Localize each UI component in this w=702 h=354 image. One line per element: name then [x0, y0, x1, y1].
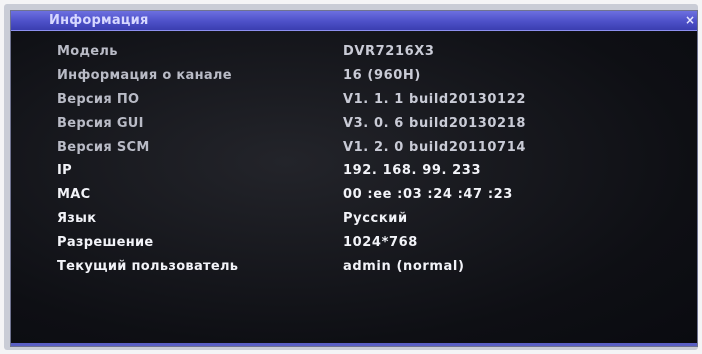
info-label: Версия SCM [57, 140, 150, 155]
info-row-firmware: Версия ПО V1. 1. 1 build20130122 [11, 92, 697, 114]
dialog-titlebar: Информация × [11, 11, 697, 31]
info-label: Модель [57, 44, 118, 59]
info-label: Разрешение [57, 235, 154, 250]
info-value: 16 (960H) [343, 68, 421, 83]
dialog-bottom-border [11, 343, 697, 346]
info-label: Язык [57, 211, 97, 226]
info-row-model: Модель DVR7216X3 [11, 44, 697, 66]
info-value: 00 :ee :03 :24 :47 :23 [343, 187, 513, 202]
info-row-scm-version: Версия SCM V1. 2. 0 build20110714 [11, 140, 697, 162]
info-value: 1024*768 [343, 235, 418, 250]
monitor-screen: Информация × Модель DVR7216X3 Информация… [4, 4, 698, 350]
info-value: V1. 2. 0 build20110714 [343, 140, 526, 155]
information-dialog: Информация × Модель DVR7216X3 Информация… [10, 10, 698, 347]
info-label: Версия ПО [57, 92, 140, 107]
info-value: admin (normal) [343, 259, 465, 274]
dialog-title: Информация [49, 13, 149, 28]
info-label: Текущий пользователь [57, 259, 239, 274]
info-value: 192. 168. 99. 233 [343, 163, 482, 178]
info-row-mac: MAC 00 :ee :03 :24 :47 :23 [11, 187, 697, 209]
info-row-channel: Информация о канале 16 (960H) [11, 68, 697, 90]
info-label: MAC [57, 187, 91, 202]
info-row-ip: IP 192. 168. 99. 233 [11, 163, 697, 185]
info-value: Русский [343, 211, 408, 226]
info-label: IP [57, 163, 72, 178]
info-value: V1. 1. 1 build20130122 [343, 92, 526, 107]
info-row-current-user: Текущий пользователь admin (normal) [11, 259, 697, 281]
info-label: Версия GUI [57, 116, 144, 131]
close-icon[interactable]: × [685, 13, 695, 27]
info-row-gui-version: Версия GUI V3. 0. 6 build20130218 [11, 116, 697, 138]
info-value: V3. 0. 6 build20130218 [343, 116, 526, 131]
info-row-resolution: Разрешение 1024*768 [11, 235, 697, 257]
info-label: Информация о канале [57, 68, 232, 83]
info-row-language: Язык Русский [11, 211, 697, 233]
info-value: DVR7216X3 [343, 44, 435, 59]
